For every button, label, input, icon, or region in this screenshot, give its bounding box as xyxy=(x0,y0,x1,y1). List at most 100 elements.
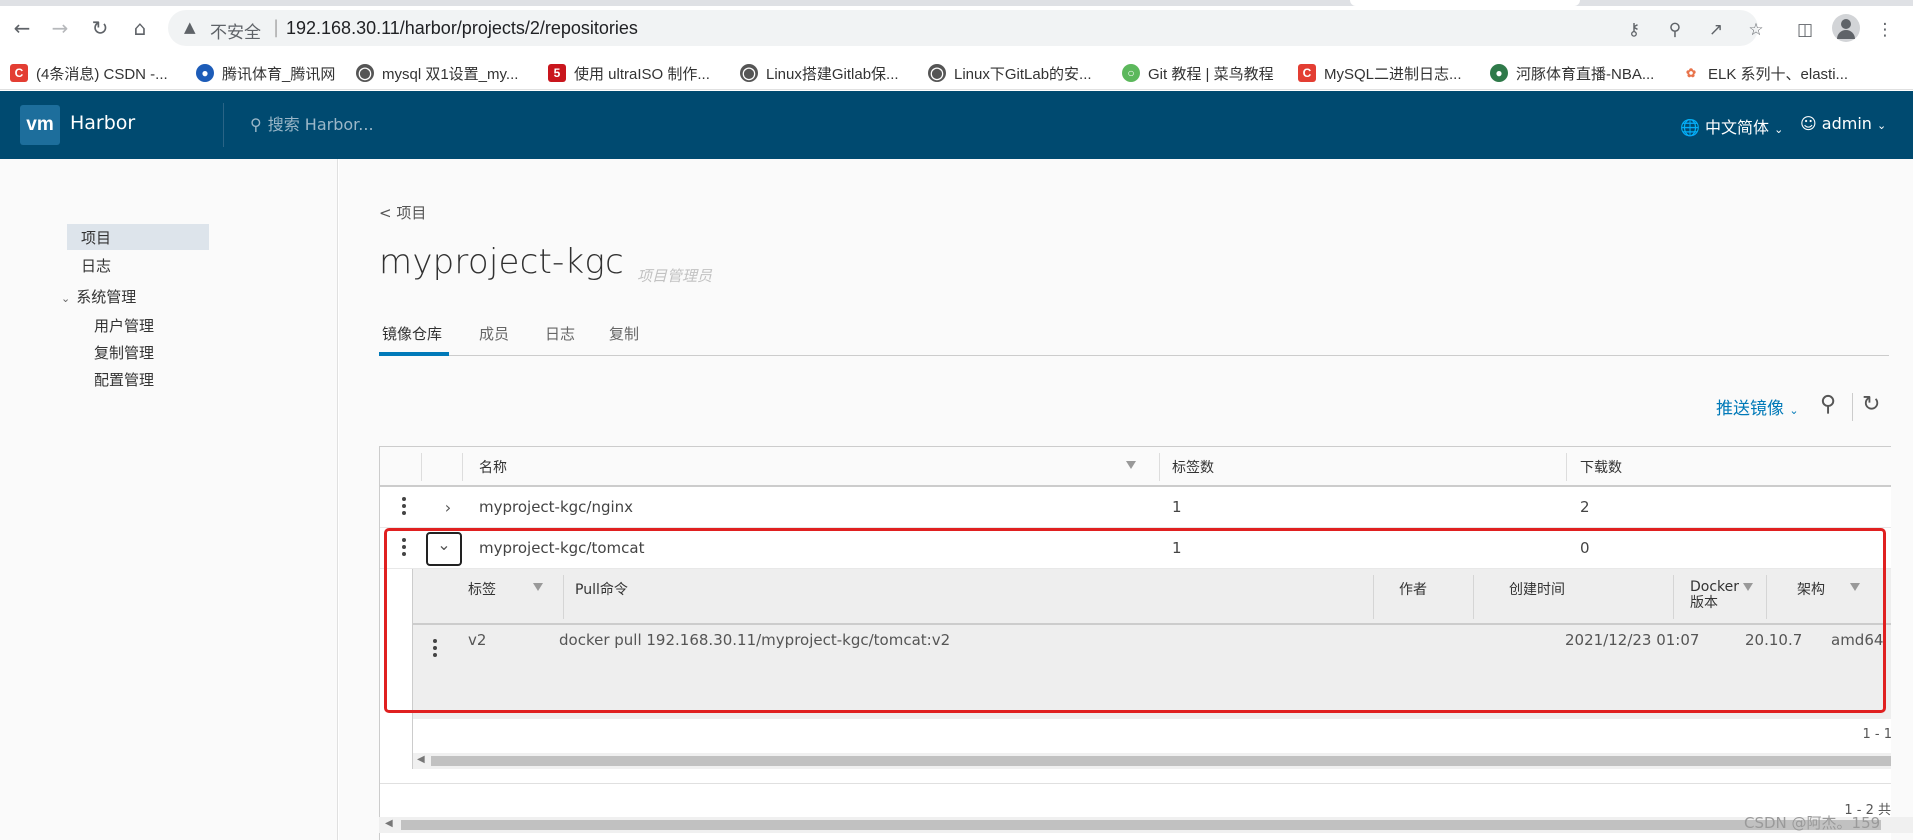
search-icon[interactable]: ⚲ xyxy=(1820,392,1836,417)
global-search[interactable]: ⚲ 搜索 Harbor... xyxy=(250,111,490,139)
tab-replication[interactable]: 复制 xyxy=(609,323,639,344)
push-image-button[interactable]: 推送镜像 ⌄ xyxy=(1716,394,1799,419)
main-content: < 项目 myproject-kgc 项目管理员 镜像仓库 成员 日志 复制 推… xyxy=(339,159,1913,840)
filter-icon[interactable] xyxy=(533,583,543,591)
repository-datagrid: 名称 标签数 下载数 › myproject-kgc/nginx 1 2 ⌄ m… xyxy=(379,446,1891,840)
sidebar-item-admin[interactable]: ⌄ 系统管理 xyxy=(61,286,136,307)
row-actions-icon[interactable] xyxy=(401,538,407,559)
language-selector[interactable]: 🌐 中文简体 ⌄ xyxy=(1680,114,1783,138)
refresh-icon[interactable]: ↻ xyxy=(1862,392,1880,417)
row-actions-icon[interactable] xyxy=(401,497,407,518)
scroll-left-icon[interactable]: ◀ xyxy=(385,818,393,829)
scrollbar-thumb[interactable] xyxy=(401,820,1881,830)
tab-members[interactable]: 成员 xyxy=(479,323,509,344)
chevron-down-icon[interactable]: ⌄ xyxy=(426,532,462,566)
project-tabs: 镜像仓库 成员 日志 复制 xyxy=(379,314,1889,356)
push-image-label: 推送镜像 xyxy=(1716,399,1784,419)
column-header-created[interactable]: 创建时间 xyxy=(1509,579,1565,599)
column-header-arch[interactable]: 架构 xyxy=(1797,579,1825,599)
table-row[interactable]: ⌄ myproject-kgc/tomcat 1 0 xyxy=(380,528,1891,569)
sidebar-item-label: 配置管理 xyxy=(94,371,155,389)
bookmark-item[interactable]: ◯ Linux下GitLab的安... xyxy=(928,60,1092,86)
column-header-pulls[interactable]: 下载数 xyxy=(1580,457,1622,477)
toolbar-divider xyxy=(1852,393,1853,421)
bookmark-item[interactable]: ◯ mysql 双1设置_my... xyxy=(356,60,518,86)
tag-name[interactable]: v2 xyxy=(468,631,486,649)
forward-arrow-icon[interactable]: → xyxy=(46,14,74,42)
column-divider xyxy=(1159,453,1160,481)
address-bar[interactable]: ▲ 不安全 | 192.168.30.11/harbor/projects/2/… xyxy=(168,10,1758,46)
tag-created: 2021/12/23 01:07 xyxy=(1565,631,1700,649)
filter-icon[interactable] xyxy=(1850,583,1860,591)
reload-icon[interactable]: ↻ xyxy=(86,14,114,42)
tag-row[interactable]: v2 docker pull 192.168.30.11/myproject-k… xyxy=(413,629,1891,665)
scrollbar-thumb[interactable] xyxy=(431,756,1891,766)
sidebar-item-label: 项目 xyxy=(81,229,112,247)
csdn-watermark: CSDN @阿杰。159 xyxy=(1744,814,1881,832)
tab-repositories[interactable]: 镜像仓库 xyxy=(382,323,442,344)
back-to-projects-link[interactable]: < 项目 xyxy=(379,202,426,223)
tag-horizontal-scrollbar[interactable]: ◀ xyxy=(412,753,1891,769)
back-arrow-icon[interactable]: ← xyxy=(8,14,36,42)
bookmark-icon: ✿ xyxy=(1682,64,1700,82)
column-header-name[interactable]: 名称 xyxy=(479,457,507,477)
bookmark-item[interactable]: ● 腾讯体育_腾讯网 xyxy=(196,60,335,86)
bookmark-item[interactable]: ○ Git 教程 | 菜鸟教程 xyxy=(1122,60,1274,86)
pull-command[interactable]: docker pull 192.168.30.11/myproject-kgc/… xyxy=(559,631,950,649)
tab-logs[interactable]: 日志 xyxy=(545,323,575,344)
column-divider xyxy=(1673,575,1674,619)
sidebar: 项目 日志 ⌄ 系统管理 用户管理 复制管理 配置管理 xyxy=(0,159,338,840)
column-header-pull-command[interactable]: Pull命令 xyxy=(575,579,628,599)
column-header-tags[interactable]: 标签数 xyxy=(1172,457,1214,477)
sidebar-item-projects[interactable]: 项目 xyxy=(67,224,209,250)
menu-dots-icon[interactable]: ⋮ xyxy=(1873,18,1897,42)
share-icon[interactable]: ↗ xyxy=(1704,18,1728,42)
column-header-docker-version[interactable]: Docker 版本 xyxy=(1690,579,1739,611)
sidebar-item-configuration[interactable]: 配置管理 xyxy=(94,369,154,390)
column-header-tag[interactable]: 标签 xyxy=(468,579,496,599)
filter-icon[interactable] xyxy=(1743,583,1753,591)
globe-icon: ◯ xyxy=(356,64,374,82)
sidebar-item-logs[interactable]: 日志 xyxy=(81,255,111,276)
warning-icon[interactable]: ▲ xyxy=(184,18,196,36)
zoom-icon[interactable]: ⚲ xyxy=(1663,18,1687,42)
page-horizontal-scrollbar[interactable]: ◀ xyxy=(379,817,1913,833)
url-text[interactable]: 192.168.30.11/harbor/projects/2/reposito… xyxy=(286,18,638,39)
profile-avatar[interactable] xyxy=(1832,14,1860,42)
repo-name[interactable]: myproject-kgc/nginx xyxy=(479,498,633,516)
bookmark-label: mysql 双1设置_my... xyxy=(382,65,519,83)
active-tab[interactable] xyxy=(1350,0,1580,6)
bookmark-label: 腾讯体育_腾讯网 xyxy=(222,65,336,83)
tag-actions-icon[interactable] xyxy=(433,639,437,660)
sidebar-item-users[interactable]: 用户管理 xyxy=(94,315,154,336)
insecure-label[interactable]: 不安全 xyxy=(210,18,261,43)
column-header-author[interactable]: 作者 xyxy=(1399,579,1427,599)
chevron-right-icon[interactable]: › xyxy=(434,494,462,522)
bookmark-item[interactable]: ✿ ELK 系列十、elasti... xyxy=(1682,60,1848,86)
vmware-logo[interactable]: vm xyxy=(20,105,60,145)
star-icon[interactable]: ☆ xyxy=(1744,18,1768,42)
brand-name[interactable]: Harbor xyxy=(70,112,135,134)
tag-arch: amd64 xyxy=(1831,631,1884,649)
docker-header-line2: 版本 xyxy=(1690,595,1718,611)
home-icon[interactable]: ⌂ xyxy=(126,14,154,42)
url-separator: | xyxy=(273,17,280,38)
sidebar-item-replications[interactable]: 复制管理 xyxy=(94,342,154,363)
bookmark-item[interactable]: 5 使用 ultraISO 制作... xyxy=(548,60,710,86)
user-menu[interactable]: ☺ admin ⌄ xyxy=(1800,114,1886,133)
sidepanel-icon[interactable]: ◫ xyxy=(1793,18,1817,42)
bookmark-item[interactable]: C (4条消息) CSDN -... xyxy=(10,60,168,86)
chevron-down-icon: ⌄ xyxy=(1789,404,1799,417)
bookmark-item[interactable]: C MySQL二进制日志... xyxy=(1298,60,1462,86)
tag-datagrid: 标签 Pull命令 作者 创建时间 Docker 版本 架构 v2 docker… xyxy=(412,569,1891,719)
bookmark-item[interactable]: ● 河豚体育直播-NBA... xyxy=(1490,60,1654,86)
table-row[interactable]: › myproject-kgc/nginx 1 2 xyxy=(380,487,1891,528)
bookmark-item[interactable]: ◯ Linux搭建Gitlab保... xyxy=(740,60,899,86)
key-icon[interactable]: ⚷ xyxy=(1622,18,1646,42)
filter-icon[interactable] xyxy=(1126,461,1136,469)
scroll-left-icon[interactable]: ◀ xyxy=(417,754,425,765)
harbor-header: vm Harbor ⚲ 搜索 Harbor... 🌐 中文简体 ⌄ ☺ admin… xyxy=(0,91,1913,159)
tag-datagrid-header: 标签 Pull命令 作者 创建时间 Docker 版本 架构 xyxy=(413,569,1891,625)
repo-name[interactable]: myproject-kgc/tomcat xyxy=(479,539,644,557)
chevron-down-icon: ⌄ xyxy=(1877,119,1887,132)
